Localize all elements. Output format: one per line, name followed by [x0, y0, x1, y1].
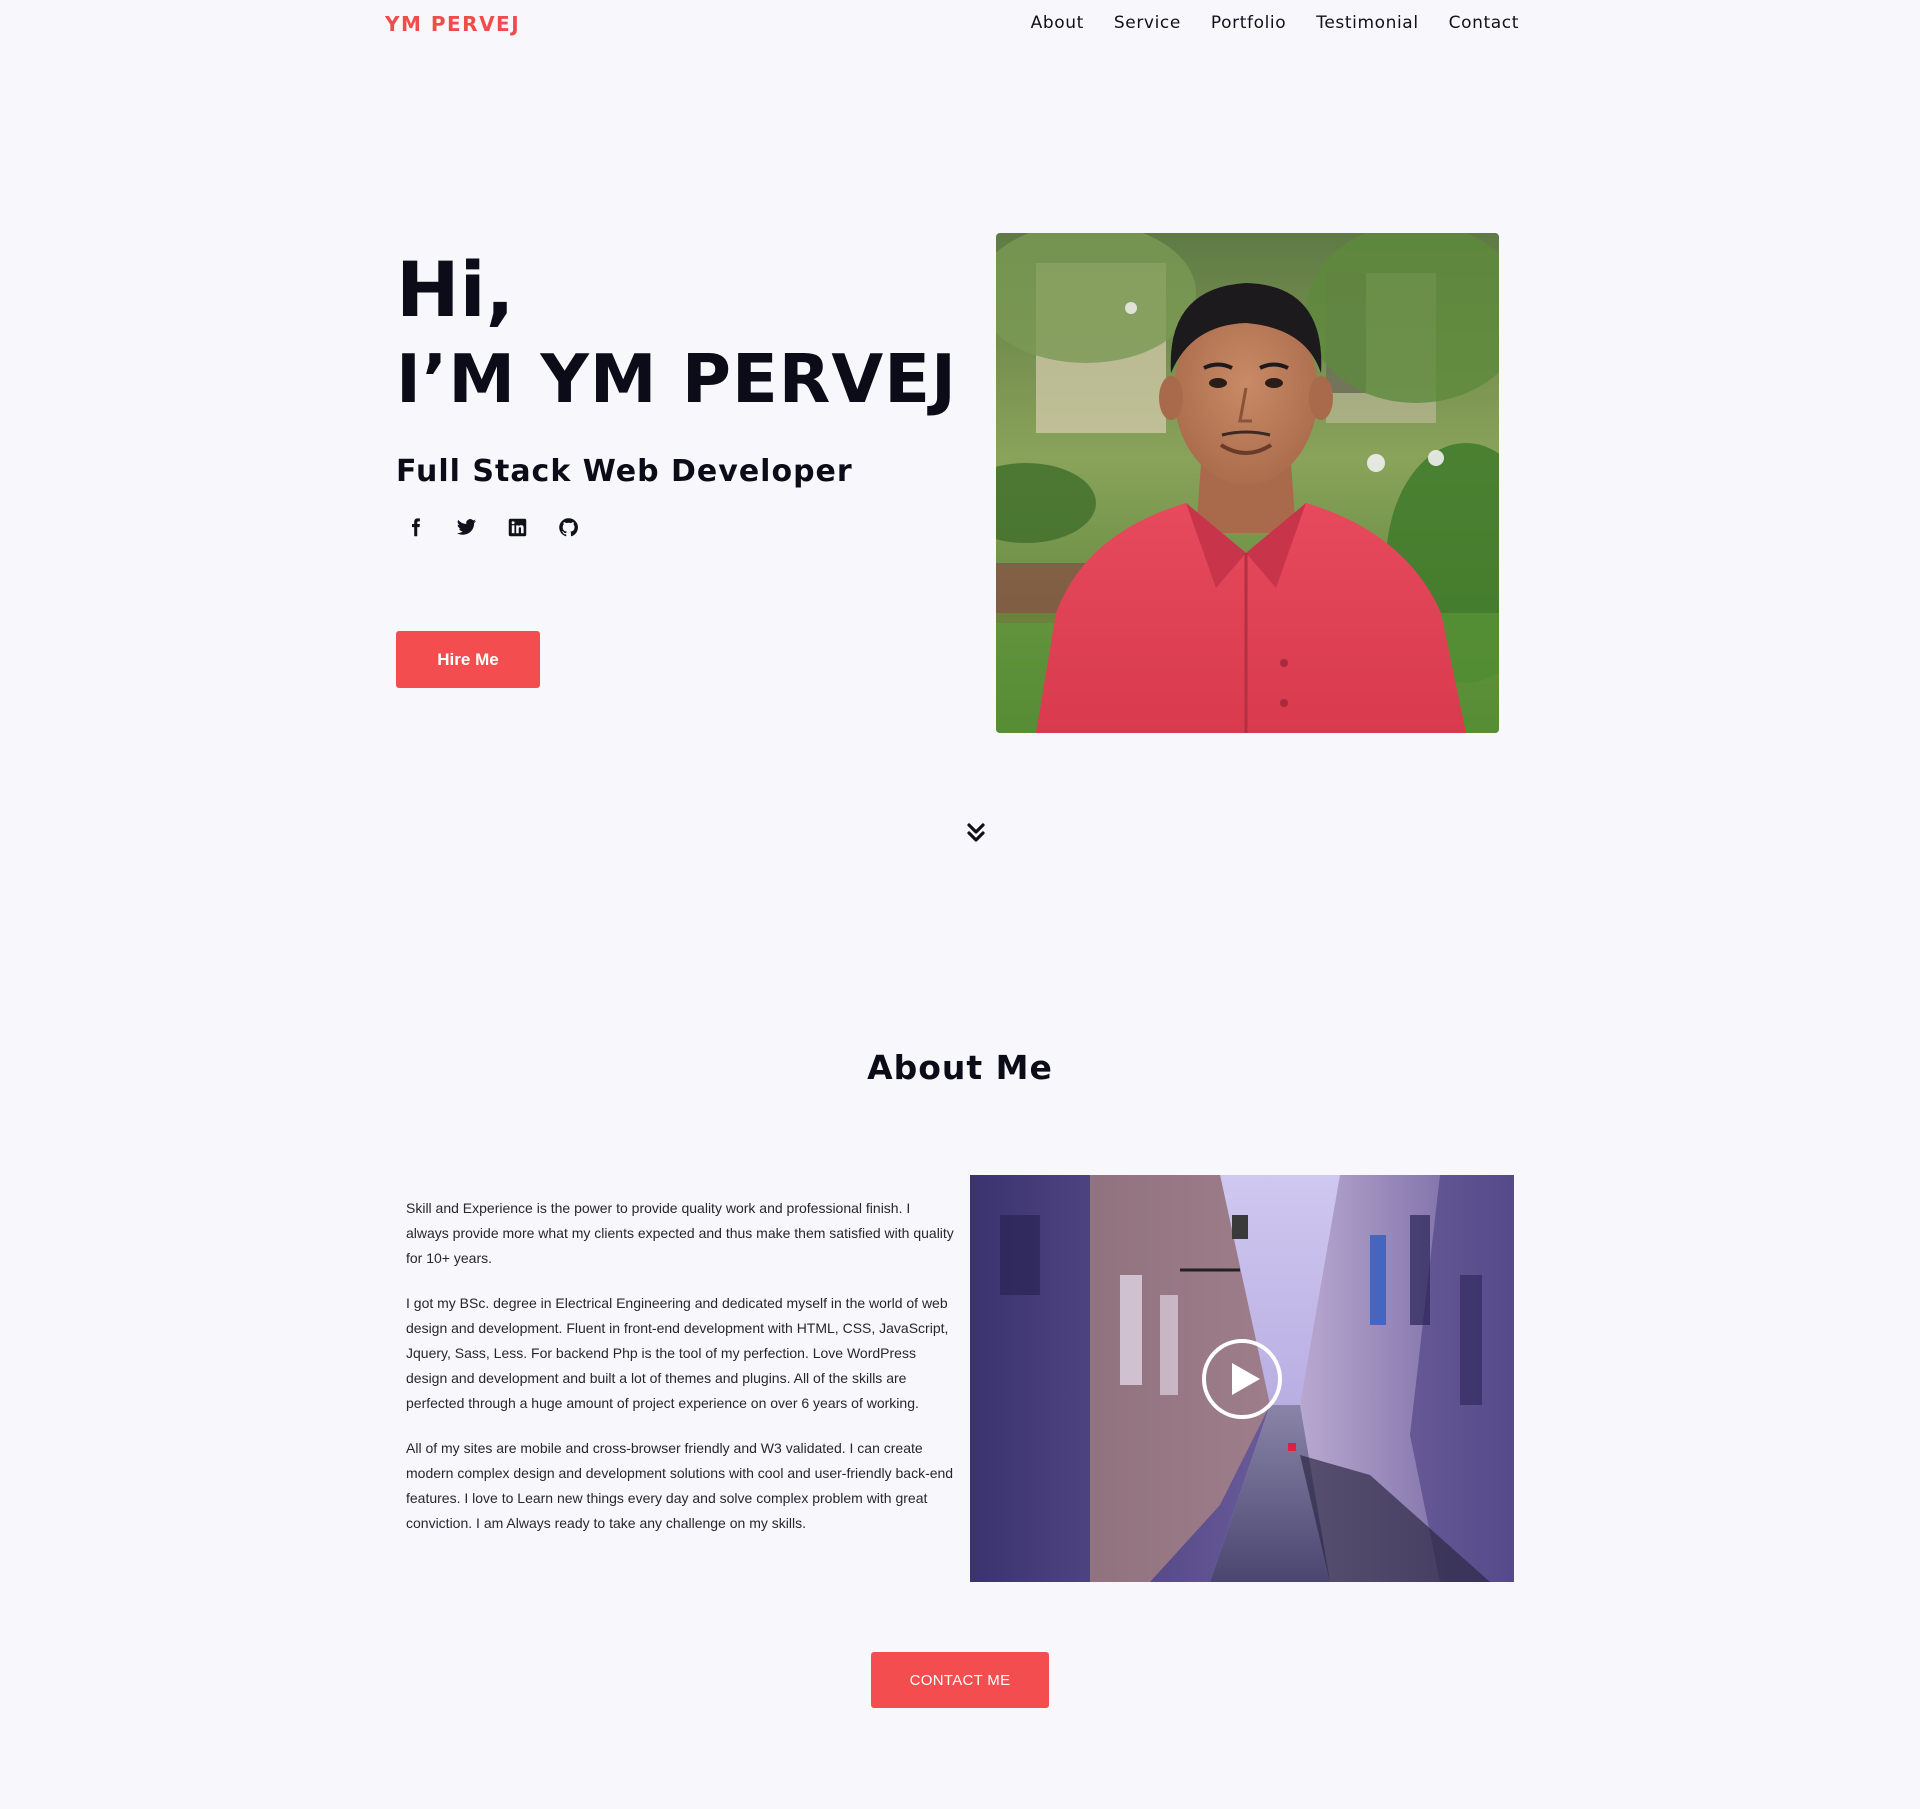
profile-photo — [996, 233, 1499, 733]
video-thumbnail — [970, 1175, 1514, 1582]
linkedin-icon — [508, 518, 527, 537]
nav-link-testimonial[interactable]: Testimonial — [1316, 13, 1418, 33]
site-logo[interactable]: YM PERVEJ — [385, 12, 520, 36]
social-links — [405, 517, 579, 538]
github-icon — [559, 518, 578, 537]
about-paragraph: Skill and Experience is the power to pro… — [406, 1200, 954, 1266]
about-text: Skill and Experience is the power to pro… — [406, 1196, 956, 1556]
about-section-title: About Me — [867, 1048, 1053, 1087]
profile-photo-image — [996, 233, 1499, 733]
about-paragraph: All of my sites are mobile and cross-bro… — [406, 1440, 954, 1531]
twitter-link[interactable] — [456, 517, 477, 538]
site-header: YM PERVEJ About Service Portfolio Testim… — [0, 0, 1920, 50]
hero-name: I’M YM PERVEJ — [396, 340, 957, 418]
nav-link-service[interactable]: Service — [1114, 13, 1181, 33]
facebook-link[interactable] — [405, 517, 426, 538]
about-paragraph: I got my BSc. degree in Electrical Engin… — [406, 1295, 949, 1411]
hire-me-button[interactable]: Hire Me — [396, 631, 540, 688]
nav-link-portfolio[interactable]: Portfolio — [1211, 13, 1286, 33]
twitter-icon — [456, 519, 477, 535]
scroll-down-icon[interactable] — [966, 822, 986, 844]
nav-link-about[interactable]: About — [1031, 13, 1084, 33]
about-video[interactable] — [970, 1175, 1514, 1582]
github-link[interactable] — [558, 517, 579, 538]
main-nav: About Service Portfolio Testimonial Cont… — [1031, 13, 1519, 33]
nav-link-contact[interactable]: Contact — [1449, 13, 1519, 33]
linkedin-link[interactable] — [507, 517, 528, 538]
hero-greeting: Hi, — [396, 245, 515, 334]
contact-me-button[interactable]: CONTACT ME — [871, 1652, 1049, 1708]
hero-role: Full Stack Web Developer — [396, 454, 853, 489]
facebook-icon — [412, 518, 420, 537]
